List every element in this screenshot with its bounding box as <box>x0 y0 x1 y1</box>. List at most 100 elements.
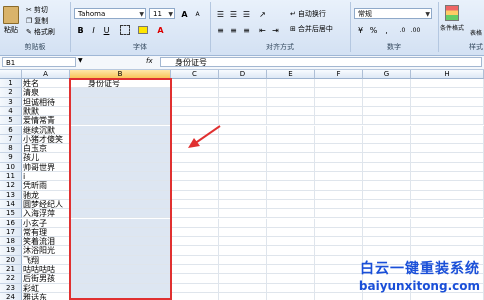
cell-empty[interactable] <box>267 292 315 300</box>
cell-empty[interactable] <box>411 209 484 219</box>
cell-empty[interactable] <box>411 237 484 247</box>
row-header[interactable]: 5 <box>0 116 22 126</box>
borders-icon[interactable] <box>118 24 131 36</box>
cell-empty[interactable] <box>171 162 219 172</box>
cell-empty[interactable] <box>219 199 267 210</box>
cell-empty[interactable] <box>315 265 363 275</box>
row-header[interactable]: 10 <box>0 162 22 172</box>
cell-empty[interactable] <box>267 134 315 145</box>
row-header[interactable]: 19 <box>0 246 22 256</box>
cell-empty[interactable] <box>219 237 267 247</box>
cell-empty[interactable] <box>315 218 363 228</box>
cell-a[interactable]: 彩虹 <box>22 283 70 293</box>
cell-empty[interactable] <box>363 199 411 210</box>
cell-empty[interactable] <box>219 79 267 89</box>
cell-empty[interactable] <box>411 199 484 210</box>
name-box-dropdown[interactable]: ▼ <box>78 57 83 64</box>
cell-empty[interactable] <box>171 246 219 256</box>
italic-button[interactable]: I <box>87 24 100 36</box>
formula-input[interactable]: 身份证号 <box>160 57 482 67</box>
cell-empty[interactable] <box>315 181 363 191</box>
cell-empty[interactable] <box>171 172 219 182</box>
cell-empty[interactable] <box>411 153 484 163</box>
column-header-c[interactable]: C <box>171 70 219 79</box>
cell-empty[interactable] <box>171 227 219 238</box>
cell-a[interactable]: 飞翔 <box>22 255 70 265</box>
cell-a[interactable]: 入海浮萍 <box>22 209 70 219</box>
column-header-f[interactable]: F <box>315 70 363 79</box>
fill-color-icon[interactable] <box>136 24 149 36</box>
cell-a[interactable]: 清泉 <box>22 88 70 98</box>
font-color-button[interactable]: A <box>154 24 167 36</box>
cell-empty[interactable] <box>363 292 411 300</box>
cell-empty[interactable] <box>219 181 267 191</box>
cell-empty[interactable] <box>267 227 315 238</box>
cell-empty[interactable] <box>267 88 315 98</box>
cell-empty[interactable] <box>315 209 363 219</box>
cell-empty[interactable] <box>363 106 411 117</box>
cell-empty[interactable] <box>219 106 267 117</box>
font-size-combo[interactable]: 11 ▼ <box>149 8 175 19</box>
cell-a[interactable]: 咕咕咕咕 <box>22 265 70 275</box>
cell-empty[interactable] <box>363 134 411 145</box>
cell-empty[interactable] <box>363 218 411 228</box>
cell-empty[interactable] <box>219 227 267 238</box>
cell-empty[interactable] <box>363 116 411 126</box>
align-right-icon[interactable]: ≡ <box>240 24 253 36</box>
cell-empty[interactable] <box>315 190 363 200</box>
cell-empty[interactable] <box>363 227 411 238</box>
cell-empty[interactable] <box>315 227 363 238</box>
cell-empty[interactable] <box>363 144 411 154</box>
cell-empty[interactable] <box>315 106 363 117</box>
cell-empty[interactable] <box>411 162 484 172</box>
cell-empty[interactable] <box>363 153 411 163</box>
row-header[interactable]: 22 <box>0 274 22 284</box>
cell-a[interactable]: 姓名 <box>22 79 70 89</box>
cell-empty[interactable] <box>267 181 315 191</box>
cell-a[interactable]: 继续沉默 <box>22 125 70 135</box>
row-header[interactable]: 3 <box>0 97 22 107</box>
cell-empty[interactable] <box>315 88 363 98</box>
row-header[interactable]: 2 <box>0 88 22 98</box>
cell-a[interactable]: 驰龙 <box>22 190 70 200</box>
cell-a[interactable]: 孩儿 <box>22 153 70 163</box>
cell-empty[interactable] <box>219 218 267 228</box>
grow-font-button[interactable]: A <box>178 8 191 20</box>
cell-a[interactable]: 后街男孩 <box>22 274 70 284</box>
cell-empty[interactable] <box>411 125 484 135</box>
cell-empty[interactable] <box>267 106 315 117</box>
row-header[interactable]: 23 <box>0 283 22 293</box>
cell-empty[interactable] <box>267 116 315 126</box>
cell-empty[interactable] <box>315 162 363 172</box>
cell-empty[interactable] <box>315 116 363 126</box>
cell-empty[interactable] <box>219 190 267 200</box>
cell-empty[interactable] <box>219 292 267 300</box>
cell-empty[interactable] <box>267 265 315 275</box>
shrink-font-button[interactable]: A <box>191 8 204 20</box>
orientation-icon[interactable]: ↗ <box>256 8 269 20</box>
row-header[interactable]: 24 <box>0 292 22 300</box>
cell-empty[interactable] <box>219 209 267 219</box>
column-header-e[interactable]: E <box>267 70 315 79</box>
bold-button[interactable]: B <box>74 24 87 36</box>
cell-empty[interactable] <box>219 97 267 107</box>
align-top-icon[interactable]: ☰ <box>214 8 227 20</box>
cell-empty[interactable] <box>411 116 484 126</box>
cell-empty[interactable] <box>267 190 315 200</box>
cell-empty[interactable] <box>171 153 219 163</box>
cell-empty[interactable] <box>315 134 363 145</box>
cell-empty[interactable] <box>411 246 484 256</box>
comma-button[interactable]: , <box>380 24 393 36</box>
cell-empty[interactable] <box>363 88 411 98</box>
indent-decrease-icon[interactable]: ⇤ <box>256 24 269 36</box>
cell-empty[interactable] <box>219 162 267 172</box>
cell-empty[interactable] <box>315 144 363 154</box>
cell-empty[interactable] <box>315 79 363 89</box>
row-header[interactable]: 6 <box>0 125 22 135</box>
format-painter-button[interactable]: ✎ 格式刷 <box>26 27 55 37</box>
row-header[interactable]: 17 <box>0 227 22 238</box>
cell-a[interactable]: 雅话东 <box>22 292 70 300</box>
cell-empty[interactable] <box>315 153 363 163</box>
cell-a[interactable]: 凭昕雨 <box>22 181 70 191</box>
cell-empty[interactable] <box>171 79 219 89</box>
